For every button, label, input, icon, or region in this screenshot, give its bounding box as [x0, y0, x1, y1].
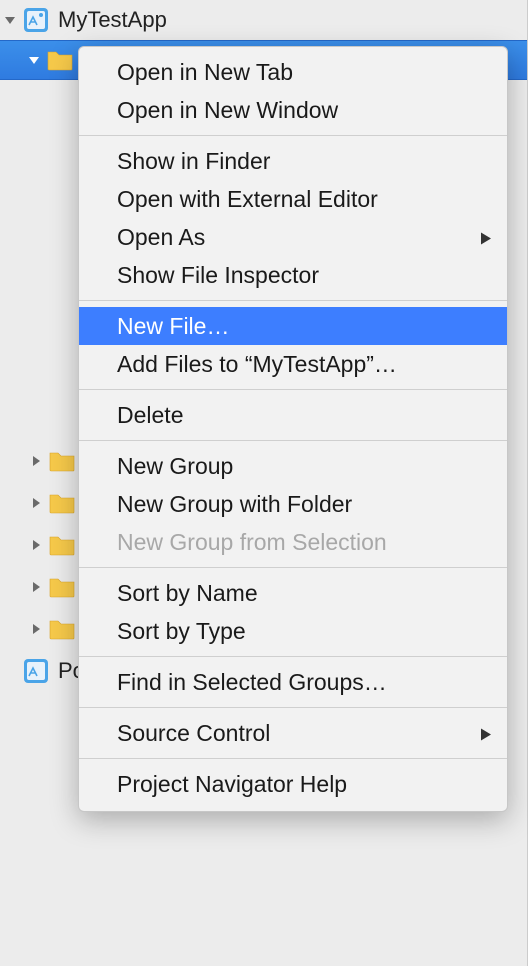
menu-item-label: Delete — [117, 402, 183, 429]
menu-item-label: Project Navigator Help — [117, 771, 347, 798]
folder-icon — [48, 531, 76, 559]
disclosure-triangle-down-icon[interactable] — [2, 12, 18, 28]
disclosure-triangle-right-icon[interactable] — [28, 453, 44, 469]
folder-icon — [48, 447, 76, 475]
menu-separator — [79, 656, 507, 657]
menu-item-label: Add Files to “MyTestApp”… — [117, 351, 397, 378]
menu-separator — [79, 135, 507, 136]
menu-item-label: New Group from Selection — [117, 529, 387, 556]
menu-item-new-group[interactable]: New Group — [79, 447, 507, 485]
menu-item-label: Sort by Name — [117, 580, 258, 607]
menu-item-label: Show File Inspector — [117, 262, 319, 289]
disclosure-triangle-right-icon[interactable] — [28, 579, 44, 595]
disclosure-triangle-right-icon[interactable] — [28, 495, 44, 511]
menu-item-label: Show in Finder — [117, 148, 270, 175]
menu-item-project-navigator-help[interactable]: Project Navigator Help — [79, 765, 507, 803]
menu-item-sort-by-name[interactable]: Sort by Name — [79, 574, 507, 612]
menu-item-open-as[interactable]: Open As — [79, 218, 507, 256]
xcode-project-icon — [22, 6, 50, 34]
menu-item-new-group-from-selection: New Group from Selection — [79, 523, 507, 561]
menu-item-label: Open with External Editor — [117, 186, 378, 213]
menu-separator — [79, 440, 507, 441]
menu-item-show-in-finder[interactable]: Show in Finder — [79, 142, 507, 180]
menu-item-open-in-new-tab[interactable]: Open in New Tab — [79, 53, 507, 91]
disclosure-triangle-down-icon[interactable] — [26, 52, 42, 68]
menu-item-label: Open As — [117, 224, 205, 251]
folder-icon — [48, 573, 76, 601]
menu-item-open-with-external-editor[interactable]: Open with External Editor — [79, 180, 507, 218]
tree-row-project-root[interactable]: MyTestApp — [0, 0, 527, 40]
menu-item-label: New File… — [117, 313, 229, 340]
submenu-arrow-icon — [481, 720, 491, 747]
menu-separator — [79, 707, 507, 708]
menu-separator — [79, 567, 507, 568]
project-root-label: MyTestApp — [58, 7, 167, 33]
menu-item-delete[interactable]: Delete — [79, 396, 507, 434]
menu-item-label: Find in Selected Groups… — [117, 669, 387, 696]
menu-item-add-files[interactable]: Add Files to “MyTestApp”… — [79, 345, 507, 383]
folder-icon — [46, 46, 74, 74]
menu-item-label: Open in New Tab — [117, 59, 293, 86]
submenu-arrow-icon — [481, 224, 491, 251]
disclosure-triangle-right-icon[interactable] — [28, 537, 44, 553]
xcode-project-icon — [22, 657, 50, 685]
menu-item-find-in-selected-groups[interactable]: Find in Selected Groups… — [79, 663, 507, 701]
menu-item-label: Open in New Window — [117, 97, 338, 124]
disclosure-triangle-right-icon[interactable] — [28, 621, 44, 637]
menu-item-label: New Group — [117, 453, 233, 480]
folder-icon — [48, 489, 76, 517]
context-menu: Open in New Tab Open in New Window Show … — [78, 46, 508, 812]
menu-separator — [79, 389, 507, 390]
menu-item-new-file[interactable]: New File… — [79, 307, 507, 345]
menu-separator — [79, 758, 507, 759]
menu-item-label: Source Control — [117, 720, 270, 747]
menu-item-label: Sort by Type — [117, 618, 246, 645]
folder-icon — [48, 615, 76, 643]
menu-separator — [79, 300, 507, 301]
menu-item-sort-by-type[interactable]: Sort by Type — [79, 612, 507, 650]
menu-item-new-group-with-folder[interactable]: New Group with Folder — [79, 485, 507, 523]
menu-item-source-control[interactable]: Source Control — [79, 714, 507, 752]
menu-item-label: New Group with Folder — [117, 491, 352, 518]
menu-item-open-in-new-window[interactable]: Open in New Window — [79, 91, 507, 129]
menu-item-show-file-inspector[interactable]: Show File Inspector — [79, 256, 507, 294]
